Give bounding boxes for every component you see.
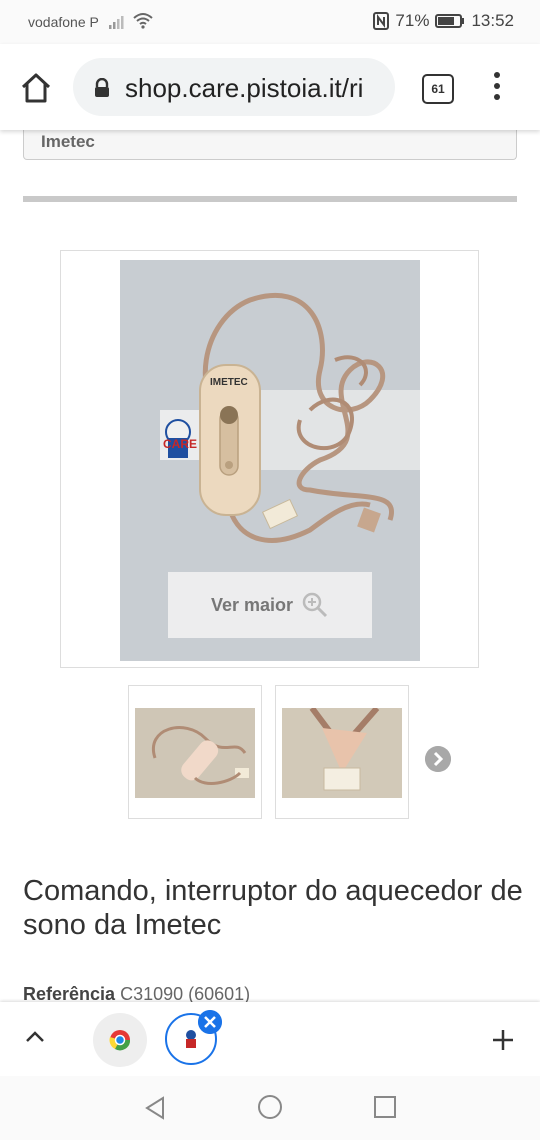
home-icon[interactable]: [18, 70, 54, 106]
back-icon[interactable]: [143, 1095, 167, 1121]
close-icon[interactable]: [198, 1010, 222, 1034]
product-thumbnail-2[interactable]: [275, 685, 409, 819]
product-image-frame: CARE IMETEC Ver maior: [60, 250, 479, 668]
wifi-icon: [133, 13, 153, 29]
url-text: shop.care.pistoia.it/ri: [125, 73, 364, 103]
battery-icon: [435, 14, 465, 28]
status-indicators: 71% 13:52: [373, 11, 514, 31]
thumbnail-photo-2: [282, 708, 402, 798]
device-brand-print: IMETEC: [210, 377, 248, 388]
product-main-image[interactable]: CARE IMETEC Ver maior: [120, 260, 420, 661]
signal-icon: [109, 16, 124, 29]
view-larger-label: Ver maior: [210, 594, 294, 615]
nfc-icon: [373, 12, 390, 30]
plus-icon[interactable]: [490, 1027, 516, 1053]
clock: 13:52: [471, 11, 514, 30]
tab-switcher-button[interactable]: 61: [422, 74, 454, 104]
recent-apps-icon[interactable]: [374, 1096, 396, 1118]
tab-favicon-1[interactable]: [93, 1013, 147, 1067]
zoom-in-icon: [302, 592, 328, 618]
lock-icon: [95, 78, 109, 97]
brand-name: Imetec: [41, 132, 95, 151]
tab-strip: [0, 1002, 540, 1076]
care-logo-text: CARE: [163, 437, 197, 451]
section-divider: [23, 196, 517, 202]
chrome-icon: [109, 1030, 131, 1051]
address-bar[interactable]: shop.care.pistoia.it/ri: [73, 58, 395, 116]
product-title: Comando, interruptor do aquecedor de son…: [23, 875, 523, 941]
chevron-right-icon[interactable]: [425, 746, 451, 772]
status-bar: vodafone P 71% 13:52: [0, 0, 540, 44]
system-nav-bar: [0, 1076, 540, 1140]
nav-home-icon[interactable]: [258, 1095, 282, 1119]
thumbnail-photo-1: [135, 708, 255, 798]
browser-toolbar: shop.care.pistoia.it/ri 61: [0, 44, 540, 130]
reference-value: C31090 (60601): [120, 984, 251, 1004]
chevron-up-icon[interactable]: [24, 1029, 46, 1045]
carrier-label: vodafone P: [28, 14, 99, 30]
reference-label: Referência: [23, 984, 116, 1004]
product-thumbnail-1[interactable]: [128, 685, 262, 819]
battery-percent: 71%: [395, 11, 430, 30]
more-vert-icon[interactable]: [490, 72, 504, 104]
view-larger-button[interactable]: Ver maior: [168, 572, 372, 638]
